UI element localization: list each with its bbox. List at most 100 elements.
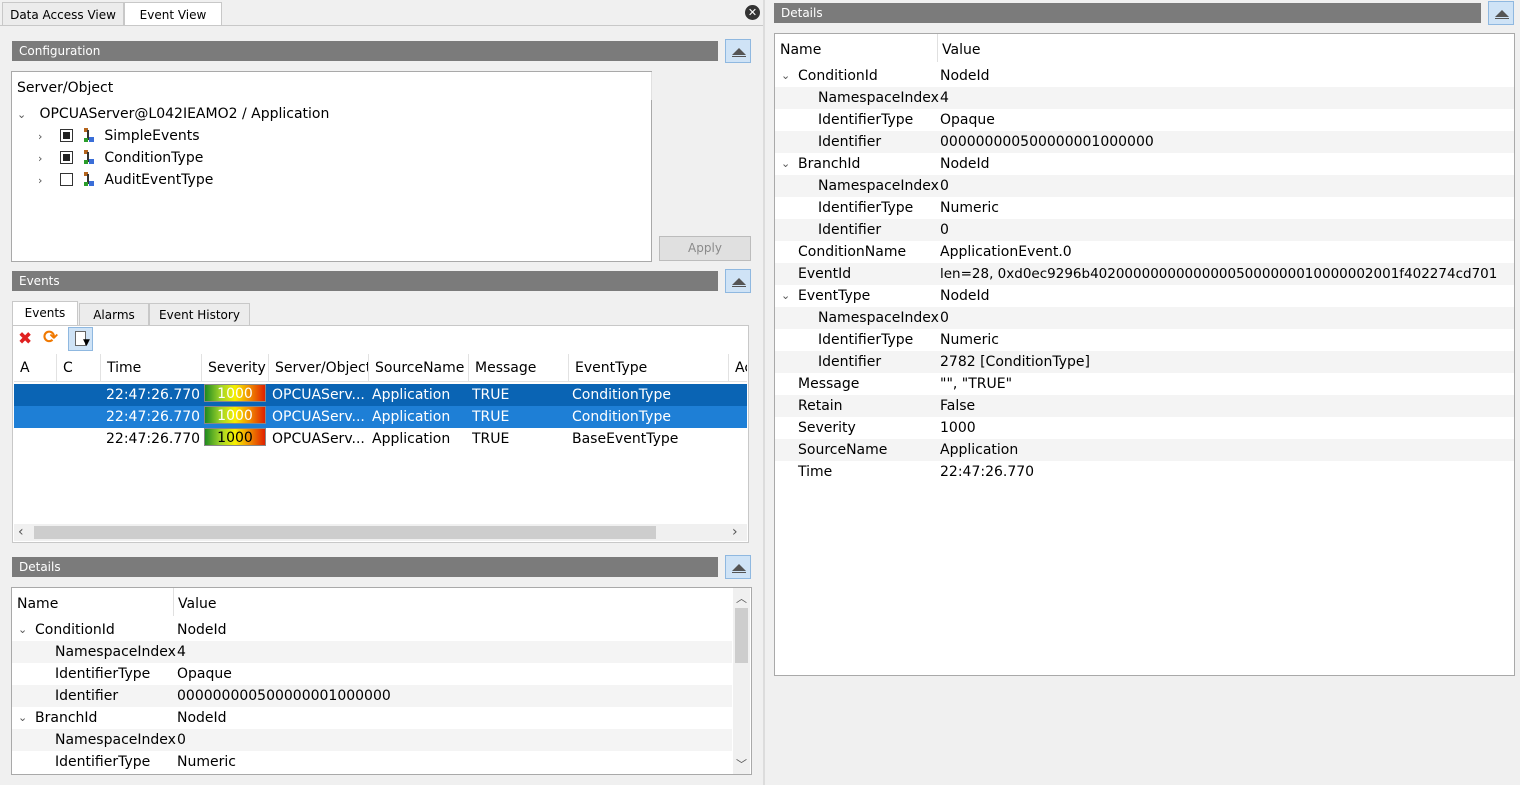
tree-server-node[interactable]: ⌄ OPCUAServer@L042IEAMO2 / Application bbox=[17, 103, 329, 125]
prop-name: Retain bbox=[798, 398, 843, 414]
list-item[interactable]: Identifier 000000000500000001000000 bbox=[775, 131, 1514, 153]
col-name[interactable]: Name bbox=[17, 593, 58, 615]
details-right-header-row: Name Value bbox=[775, 39, 1514, 61]
chevron-down-icon[interactable]: ⌄ bbox=[17, 104, 27, 126]
autoscroll-icon[interactable]: ▼ bbox=[68, 327, 93, 351]
list-item[interactable]: Time 22:47:26.770 bbox=[775, 461, 1514, 483]
tree-header-divider bbox=[651, 72, 652, 100]
tree-item-condition-type[interactable]: › ConditionType bbox=[38, 147, 203, 169]
details-left-grid: Name Value ⌄ ConditionId NodeId Namespac… bbox=[11, 587, 752, 775]
tab-data-access-view[interactable]: Data Access View bbox=[2, 2, 124, 26]
col-event-type[interactable]: EventType bbox=[569, 354, 729, 382]
tab-alarms[interactable]: Alarms bbox=[79, 303, 149, 325]
chevron-down-icon[interactable]: ⌄ bbox=[18, 707, 28, 729]
chevron-right-icon[interactable]: › bbox=[38, 126, 48, 148]
list-item[interactable]: IdentifierType Numeric bbox=[775, 197, 1514, 219]
chevron-down-icon[interactable]: ⌄ bbox=[781, 65, 791, 87]
col-value[interactable]: Value bbox=[942, 39, 980, 61]
details-right-collapse-button[interactable] bbox=[1488, 1, 1514, 25]
list-item[interactable]: Identifier 00000000050000000100000​0 bbox=[12, 685, 732, 707]
prop-name: Identifier bbox=[818, 222, 882, 238]
tree-item-audit-event-type[interactable]: › AuditEventType bbox=[38, 169, 213, 191]
prop-name: NamespaceIndex bbox=[818, 310, 939, 326]
chevron-down-icon[interactable]: ⌄ bbox=[781, 153, 791, 175]
table-row[interactable]: 22:47:26.770 1000 OPCUAServ... Applicati… bbox=[14, 384, 747, 406]
severity-bar: 1000 bbox=[204, 406, 266, 424]
list-item[interactable]: NamespaceIndex 0 bbox=[775, 175, 1514, 197]
pane-splitter[interactable] bbox=[763, 0, 765, 785]
col-server-object[interactable]: Server/Object bbox=[269, 354, 369, 382]
col-name[interactable]: Name bbox=[780, 39, 821, 61]
col-time[interactable]: Time bbox=[101, 354, 202, 382]
chevron-right-icon[interactable]: › bbox=[38, 148, 48, 170]
delete-icon[interactable]: ✖ bbox=[18, 330, 34, 348]
list-item[interactable]: IdentifierType Numeric bbox=[775, 329, 1514, 351]
chevron-right-icon[interactable]: › bbox=[732, 524, 738, 540]
list-item[interactable]: SourceName Application bbox=[775, 439, 1514, 461]
events-horizontal-scrollbar[interactable]: ‹ › bbox=[14, 524, 747, 541]
list-item[interactable]: ⌄ BranchId NodeId bbox=[775, 153, 1514, 175]
apply-button[interactable]: Apply bbox=[659, 236, 751, 261]
prop-value: NodeId bbox=[177, 622, 227, 638]
chevron-up-icon[interactable]: ︿ bbox=[736, 590, 747, 606]
chevron-left-icon[interactable]: ‹ bbox=[18, 524, 24, 540]
table-row[interactable]: 22:47:26.770 1000 OPCUAServ... Applicati… bbox=[14, 406, 747, 428]
list-item[interactable]: NamespaceIndex 4 bbox=[775, 87, 1514, 109]
events-collapse-button[interactable] bbox=[725, 269, 751, 293]
prop-value: Numeric bbox=[177, 754, 236, 770]
list-item[interactable]: NamespaceIndex 0 bbox=[12, 729, 732, 751]
configuration-collapse-button[interactable] bbox=[725, 39, 751, 63]
column-divider bbox=[937, 34, 938, 62]
prop-name: EventType bbox=[798, 288, 871, 304]
chevron-right-icon[interactable]: › bbox=[38, 170, 48, 192]
list-item[interactable]: Message "", "TRUE" bbox=[775, 373, 1514, 395]
chevron-down-icon[interactable]: ⌄ bbox=[18, 619, 28, 641]
condition-type-checkbox[interactable] bbox=[60, 151, 74, 164]
audit-event-type-checkbox[interactable] bbox=[60, 173, 74, 186]
tab-events[interactable]: Events bbox=[12, 301, 78, 326]
list-item[interactable]: IdentifierType Opaque bbox=[12, 663, 732, 685]
col-c[interactable]: C bbox=[57, 354, 101, 382]
close-icon[interactable]: ✕ bbox=[745, 5, 760, 20]
list-item[interactable]: Identifier 2782 [ConditionType] bbox=[775, 351, 1514, 373]
chevron-down-icon[interactable]: ⌄ bbox=[781, 285, 791, 307]
list-item[interactable]: NamespaceIndex 0 bbox=[775, 307, 1514, 329]
details-left-collapse-button[interactable] bbox=[725, 555, 751, 579]
list-item[interactable]: ⌄ ConditionId NodeId bbox=[12, 619, 732, 641]
list-item[interactable]: EventId len=28, 0xd0ec9296b4020000000000… bbox=[775, 263, 1514, 285]
col-source-name[interactable]: SourceName bbox=[369, 354, 469, 382]
list-item[interactable]: ⌄ EventType NodeId bbox=[775, 285, 1514, 307]
simple-events-checkbox[interactable] bbox=[60, 129, 74, 142]
col-severity[interactable]: Severity bbox=[202, 354, 269, 382]
list-item[interactable]: Retain False bbox=[775, 395, 1514, 417]
chevron-down-icon[interactable]: ﹀ bbox=[736, 756, 747, 772]
list-item[interactable]: IdentifierType Opaque bbox=[775, 109, 1514, 131]
scroll-thumb[interactable] bbox=[735, 608, 748, 663]
tab-event-view[interactable]: Event View bbox=[124, 2, 222, 26]
details-left-header: Details bbox=[12, 557, 718, 577]
col-ac[interactable]: Ac bbox=[729, 354, 747, 382]
tree-item-simple-events[interactable]: › SimpleEvents bbox=[38, 125, 200, 147]
details-left-vertical-scrollbar[interactable]: ︿ ﹀ bbox=[733, 588, 750, 774]
list-item[interactable]: ⌄ ConditionId NodeId bbox=[775, 65, 1514, 87]
prop-value: 0 bbox=[940, 222, 949, 238]
list-item[interactable]: Severity 1000 bbox=[775, 417, 1514, 439]
col-value[interactable]: Value bbox=[178, 593, 216, 615]
col-message[interactable]: Message bbox=[469, 354, 569, 382]
prop-value: Opaque bbox=[940, 112, 995, 128]
server-object-tree[interactable]: Server/Object ⌄ OPCUAServer@L042IEAMO2 /… bbox=[11, 71, 652, 262]
list-item[interactable]: Identifier 0 bbox=[775, 219, 1514, 241]
list-item[interactable]: ⌄ BranchId NodeId bbox=[12, 707, 732, 729]
table-row[interactable]: 22:47:26.770 1000 OPCUAServ... Applicati… bbox=[14, 428, 747, 450]
col-a[interactable]: A bbox=[14, 354, 57, 382]
prop-name: Identifier bbox=[818, 134, 882, 150]
column-divider bbox=[173, 588, 174, 616]
refresh-icon[interactable]: ⟳ bbox=[43, 329, 61, 347]
event-source: Application bbox=[372, 387, 451, 403]
scroll-thumb[interactable] bbox=[34, 526, 656, 539]
list-item[interactable]: ConditionName ApplicationEvent.0 bbox=[775, 241, 1514, 263]
list-item[interactable]: IdentifierType Numeric bbox=[12, 751, 732, 771]
list-item[interactable]: NamespaceIndex 4 bbox=[12, 641, 732, 663]
arrow-down-icon: ▼ bbox=[83, 338, 90, 348]
tab-event-history[interactable]: Event History bbox=[149, 303, 250, 325]
